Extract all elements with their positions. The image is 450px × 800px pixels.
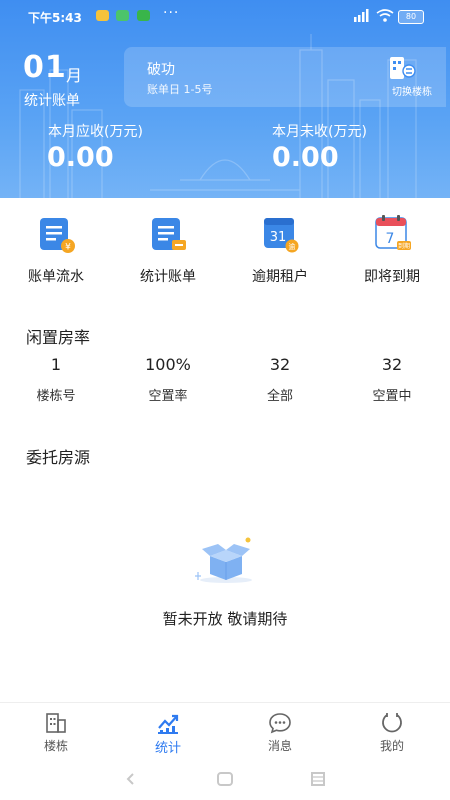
system-navigation-bar xyxy=(0,760,450,800)
nav-label: 楼栋 xyxy=(43,739,68,753)
quick-menu: ¥ 账单流水 统计账单 31 逾 逾期租户 7 到期 即将到期 xyxy=(0,212,450,292)
overdue-calendar-icon: 31 逾 xyxy=(264,218,299,253)
stat-value: 32 xyxy=(269,355,291,374)
stat-label: 全部 xyxy=(266,389,293,404)
menu-label: 账单流水 xyxy=(28,269,84,285)
nav-item-profile[interactable]: 我的 xyxy=(336,703,448,761)
back-icon[interactable] xyxy=(124,772,138,786)
signal-icon xyxy=(354,9,369,22)
more-notifications-icon: ··· xyxy=(163,5,180,21)
bill-flow-icon: ¥ xyxy=(40,218,75,253)
unreceived-label: 本月未收(万元) xyxy=(272,124,367,140)
expiring-badge-text: 到期 xyxy=(398,242,410,250)
vacancy-section-title: 闲置房率 xyxy=(26,328,91,347)
menu-label: 统计账单 xyxy=(140,269,196,285)
battery-indicator: 80 xyxy=(398,10,424,24)
mail-notification-icon xyxy=(96,10,109,21)
nav-item-building[interactable]: 楼栋 xyxy=(0,703,112,761)
stat-label: 空置率 xyxy=(148,389,188,404)
month-number: 01 xyxy=(23,50,67,85)
svg-text:¥: ¥ xyxy=(65,243,71,253)
app-notification-icon xyxy=(116,10,129,21)
home-icon[interactable] xyxy=(216,771,234,787)
empty-message: 暂未开放 敬请期待 xyxy=(162,610,288,628)
expiring-calendar-icon: 7 到期 xyxy=(375,215,411,250)
vacancy-stats: 1 楼栋号 100% 空置率 32 全部 32 空置中 xyxy=(0,355,450,405)
month-unit: 月 xyxy=(66,66,83,85)
wechat-notification-icon xyxy=(137,10,150,21)
message-icon xyxy=(269,713,291,734)
menu-item-stat-bill[interactable]: 统计账单 xyxy=(112,212,224,292)
entrusted-section-title: 委托房源 xyxy=(26,448,91,467)
bottom-navigation: 楼栋 统计 消息 我的 xyxy=(0,702,450,761)
nav-item-messages[interactable]: 消息 xyxy=(224,703,336,761)
nav-item-statistics[interactable]: 统计 xyxy=(112,703,224,761)
stat-label: 空置中 xyxy=(372,389,412,404)
expiring-badge-number: 7 xyxy=(386,231,395,247)
status-time: 下午5:43 xyxy=(28,11,82,25)
stat-value: 32 xyxy=(381,355,403,374)
unreceived-value: 0.00 xyxy=(272,142,339,173)
switch-building-icon[interactable] xyxy=(388,55,416,81)
chart-icon xyxy=(158,714,179,734)
nav-label: 消息 xyxy=(267,739,292,753)
menu-item-expiring[interactable]: 7 到期 即将到期 xyxy=(336,212,448,292)
recents-icon[interactable] xyxy=(310,771,326,787)
profile-icon xyxy=(382,713,402,733)
switch-building-label[interactable]: 切换楼栋 xyxy=(392,83,432,98)
menu-item-overdue[interactable]: 31 逾 逾期租户 xyxy=(224,212,336,292)
menu-label: 即将到期 xyxy=(364,269,420,285)
page-title: 统计账单 xyxy=(24,93,80,109)
svg-text:逾: 逾 xyxy=(289,242,296,251)
receivable-value: 0.00 xyxy=(47,142,114,173)
nav-label: 统计 xyxy=(154,741,181,756)
menu-label: 逾期租户 xyxy=(252,269,308,285)
overdue-badge-number: 31 xyxy=(270,230,287,245)
stat-vacancy-rate[interactable]: 100% 空置率 xyxy=(112,355,224,404)
stat-total[interactable]: 32 全部 xyxy=(224,355,336,404)
status-bar: 下午5:43 ··· 80 xyxy=(0,0,450,30)
building-name: 破功 xyxy=(147,62,175,78)
stat-value: 1 xyxy=(50,355,62,374)
bill-day: 账单日 1-5号 xyxy=(147,83,213,96)
empty-box-icon xyxy=(195,537,252,583)
stat-label: 楼栋号 xyxy=(36,389,76,404)
receivable-label: 本月应收(万元) xyxy=(48,124,143,140)
stat-building-number[interactable]: 1 楼栋号 xyxy=(0,355,112,404)
building-card[interactable]: 破功 账单日 1-5号 切换楼栋 xyxy=(124,47,446,107)
stat-bill-icon xyxy=(152,218,186,250)
header-banner: 下午5:43 ··· 80 01 月 统计账单 破功 账单日 1-5号 切换楼栋… xyxy=(0,0,450,198)
stat-value: 100% xyxy=(145,355,191,374)
nav-label: 我的 xyxy=(379,739,404,753)
building-icon xyxy=(46,713,66,733)
menu-item-bill-flow[interactable]: ¥ 账单流水 xyxy=(0,212,112,292)
stat-vacant[interactable]: 32 空置中 xyxy=(336,355,448,404)
wifi-icon xyxy=(376,9,394,22)
